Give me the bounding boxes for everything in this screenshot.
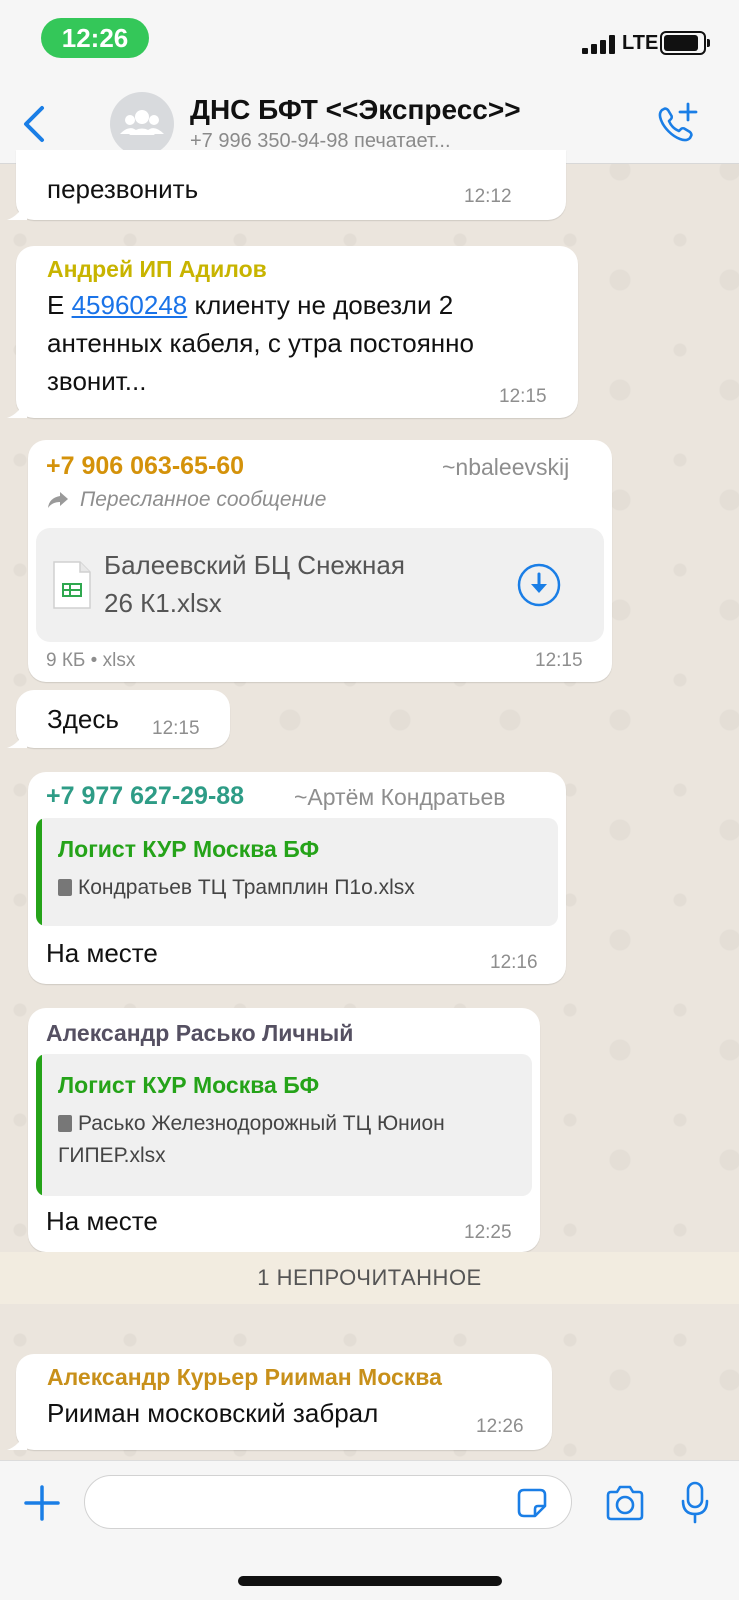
- message-text-prefix: Е: [47, 290, 72, 320]
- forward-arrow-icon: [48, 492, 68, 508]
- message-bubble[interactable]: перезвонить 12:12: [7, 150, 566, 220]
- file-name: Балеевский БЦ Снежная 26 К1.xlsx: [104, 550, 405, 618]
- message-time: 12:15: [535, 650, 583, 671]
- message-text: Здесь: [47, 704, 119, 734]
- message-text: Е 45960248 клиенту не довезли 2 антенных…: [47, 286, 567, 400]
- message-text: перезвонить: [47, 174, 199, 204]
- bubble-tail: [7, 398, 27, 418]
- quote-sender: Логист КУР Москва БФ: [58, 836, 320, 862]
- chevron-left-icon[interactable]: [20, 104, 50, 144]
- order-number-link[interactable]: 45960248: [72, 290, 188, 320]
- plus-icon[interactable]: [22, 1483, 62, 1523]
- sender-name[interactable]: Андрей ИП Адилов: [47, 256, 267, 283]
- spreadsheet-icon: [53, 561, 91, 609]
- status-bar: 12:26 LTE: [0, 0, 739, 80]
- group-avatar-icon: [120, 110, 164, 135]
- group-avatar[interactable]: [110, 92, 174, 156]
- message-time: 12:16: [490, 952, 538, 973]
- message-time: 12:15: [499, 386, 547, 407]
- quote-file: Кондратьев ТЦ Трамплин П1о.xlsx: [58, 872, 415, 904]
- sender-name[interactable]: Александр Курьер Рииман Москва: [47, 1364, 442, 1391]
- sender-alias: ~Артём Кондратьев: [294, 784, 506, 810]
- bubble-tail: [7, 200, 27, 220]
- quote-file: Расько Железнодорожный ТЦ Юнион ГИПЕР.xl…: [58, 1112, 445, 1167]
- battery-icon: [660, 31, 710, 55]
- bubble-tail: [7, 728, 27, 748]
- file-meta: 9 КБ • xlsx: [46, 650, 136, 671]
- message-text: На месте: [46, 938, 158, 968]
- quote-sender: Логист КУР Москва БФ: [58, 1072, 320, 1098]
- quote-accent-bar: [36, 1054, 42, 1196]
- status-time: 12:26: [41, 18, 149, 58]
- message-text: На месте: [46, 1206, 158, 1236]
- sender-alias: ~nbaleevskij: [442, 454, 570, 480]
- message-bubble[interactable]: Андрей ИП Адилов Е 45960248 клиенту не д…: [7, 246, 578, 418]
- sender-name[interactable]: +7 906 063-65-60: [46, 452, 244, 481]
- message-bubble[interactable]: +7 906 063-65-60 ~nbaleevskij Пересланно…: [28, 440, 612, 682]
- unread-divider: 1 НЕПРОЧИТАННОЕ: [0, 1252, 739, 1304]
- document-icon: [58, 1115, 72, 1132]
- camera-icon[interactable]: [604, 1485, 646, 1521]
- message-text-line: звонит...: [47, 366, 147, 396]
- message-bubble[interactable]: Александр Курьер Рииман Москва Рииман мо…: [7, 1354, 552, 1450]
- quoted-message[interactable]: Логист КУР Москва БФ Кондратьев ТЦ Трамп…: [36, 818, 558, 926]
- message-time: 12:26: [476, 1416, 524, 1437]
- message-time: 12:15: [152, 718, 200, 739]
- message-text: Рииман московский забрал: [47, 1398, 379, 1428]
- download-icon[interactable]: [516, 562, 562, 608]
- sticker-icon[interactable]: [516, 1487, 548, 1519]
- network-label: LTE: [622, 32, 659, 54]
- chat-title[interactable]: ДНС БФТ <<Экспресс>>: [190, 94, 521, 126]
- phone-plus-icon[interactable]: [654, 102, 700, 146]
- message-bubble[interactable]: +7 977 627-29-88 ~Артём Кондратьев Логис…: [28, 772, 566, 984]
- forwarded-label: Пересланное сообщение: [80, 488, 327, 511]
- signal-icon: [582, 34, 618, 54]
- sender-name[interactable]: Александр Расько Личный: [46, 1020, 353, 1047]
- microphone-icon[interactable]: [680, 1481, 710, 1525]
- sender-name[interactable]: +7 977 627-29-88: [46, 782, 244, 811]
- quote-accent-bar: [36, 818, 42, 926]
- bubble-tail: [7, 1430, 27, 1450]
- message-bubble[interactable]: Александр Расько Личный Логист КУР Москв…: [28, 1008, 540, 1252]
- message-text-line: антенных кабеля, с утра постоянно: [47, 328, 474, 358]
- message-time: 12:12: [464, 186, 512, 207]
- message-bubble[interactable]: Здесь 12:15: [7, 690, 230, 748]
- quoted-message[interactable]: Логист КУР Москва БФ Расько Железнодорож…: [36, 1054, 532, 1196]
- home-indicator: [238, 1576, 502, 1586]
- document-icon: [58, 879, 72, 896]
- message-time: 12:25: [464, 1222, 512, 1243]
- message-input[interactable]: [84, 1475, 572, 1529]
- message-text-rest: клиенту не довезли 2: [187, 290, 454, 320]
- file-attachment[interactable]: Балеевский БЦ Снежная 26 К1.xlsx: [36, 528, 604, 642]
